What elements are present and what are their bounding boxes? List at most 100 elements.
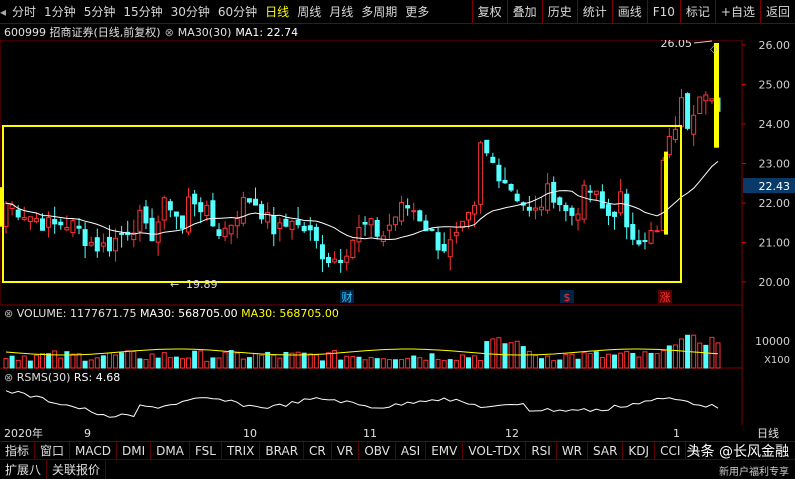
axis-type-label[interactable]: 日线 [757, 425, 779, 441]
indicator-tab-0[interactable]: 指标 [0, 441, 36, 460]
indicator-tab-16[interactable]: SAR [588, 441, 624, 460]
kline-chart-area[interactable]: 26.00 25.00 24.00 23.00 22.00 21.00 20.00 22.43… [0, 40, 795, 425]
candle-body [441, 243, 447, 252]
candle-body [569, 207, 575, 216]
candle-body [210, 200, 216, 227]
low-price-label: 19.89 [186, 278, 218, 291]
volume-bar [399, 359, 405, 369]
tool-button-5[interactable]: F10 [646, 0, 680, 24]
period-tab-2[interactable]: 5分钟 [80, 0, 120, 24]
date-label-5: 1 [673, 426, 680, 440]
indicator-tab-10[interactable]: OBV [359, 441, 396, 460]
indicator-tab-2[interactable]: MACD [70, 441, 118, 460]
indicator-tab-14[interactable]: RSI [526, 441, 557, 460]
candle-body [453, 231, 459, 237]
volume-bar [88, 359, 94, 369]
period-tab-10[interactable]: 更多 [401, 0, 433, 24]
volume-bar [319, 360, 325, 369]
candle-body [386, 224, 392, 231]
tool-button-7[interactable]: +自选 [714, 0, 760, 24]
candle-body [253, 198, 259, 206]
candle-body [179, 215, 185, 229]
event-marker-1: $ [564, 291, 571, 304]
volume-bar [186, 357, 192, 369]
event-marker-0: 财 [342, 290, 353, 304]
candle-body [447, 239, 453, 258]
indicator-tab-15[interactable]: WR [557, 441, 589, 460]
high-price-label: 26.05 [661, 40, 693, 50]
period-tab-7[interactable]: 周线 [293, 0, 325, 24]
volume-bar [423, 359, 429, 369]
candle-body [587, 190, 593, 193]
tool-button-2[interactable]: 历史 [541, 0, 577, 24]
period-tab-3[interactable]: 15分钟 [119, 0, 166, 24]
indicator-tab-13[interactable]: VOL-TDX [463, 441, 527, 460]
bottom-tab-1[interactable]: 关联报价 [47, 459, 107, 479]
period-tab-0[interactable]: 分时 [8, 0, 40, 24]
candle-body [368, 218, 374, 226]
price-axis-label: 23.00 [759, 158, 791, 171]
date-label-2: 10 [243, 426, 257, 440]
volume-bar [82, 360, 88, 369]
volume-bar [356, 356, 362, 369]
volume-bar [137, 358, 143, 369]
tool-button-8[interactable]: 返回 [759, 0, 795, 24]
settings-icon[interactable]: ⊗ [165, 26, 174, 39]
candle-body [332, 258, 338, 263]
period-tab-9[interactable]: 多周期 [357, 0, 401, 24]
period-tab-1[interactable]: 1分钟 [40, 0, 80, 24]
tool-button-6[interactable]: 标记 [679, 0, 715, 24]
volume-bar [648, 352, 654, 369]
candle-body [277, 222, 283, 229]
candle-body [691, 114, 697, 135]
volume-bar [259, 354, 265, 369]
volume-bar [350, 356, 356, 369]
price-axis-label: 20.00 [759, 276, 791, 289]
indicator-tab-12[interactable]: EMV [426, 441, 464, 460]
indicator-tabs: 指标 窗口 MACD DMI DMA FSL TRIX BRAR CR VR OBV ASI EMV VO… [0, 441, 795, 460]
indicator-tab-9[interactable]: VR [332, 441, 360, 460]
indicator-tab-18[interactable]: CCI [655, 441, 687, 460]
candle-body [612, 211, 618, 217]
indicator-tab-4[interactable]: DMA [151, 441, 190, 460]
candle-body [313, 226, 319, 241]
indicator-tab-6[interactable]: TRIX [222, 441, 261, 460]
candle-body [119, 232, 125, 235]
candle-body [539, 206, 545, 211]
volume-bar [119, 352, 125, 369]
volume-axis-unit: X100 [764, 355, 790, 366]
volume-bar [478, 360, 484, 369]
period-tab-4[interactable]: 30分钟 [167, 0, 214, 24]
date-axis: 2020年 9 10 11 12 1 日线 [0, 425, 795, 441]
indicator-tab-3[interactable]: DMI [117, 441, 152, 460]
candle-body [27, 216, 33, 223]
tool-button-0[interactable]: 复权 [471, 0, 507, 24]
candle-body [216, 229, 222, 237]
indicator-tab-5[interactable]: FSL [190, 441, 222, 460]
indicator-tab-8[interactable]: CR [304, 441, 332, 460]
volume-label-group: ⊗ VOLUME: 1177671.75 MA30: 568705.00 MA3… [4, 307, 339, 320]
volume-bar [636, 356, 642, 369]
tool-button-4[interactable]: 画线 [611, 0, 647, 24]
volume-bar [307, 353, 313, 369]
bottom-tab-0[interactable]: 扩展八 [0, 459, 48, 479]
indicator-tab-11[interactable]: ASI [396, 441, 427, 460]
tool-button-3[interactable]: 统计 [576, 0, 612, 24]
indicator-tab-1[interactable]: 窗口 [35, 441, 71, 460]
settings-icon[interactable]: ⊗ [4, 371, 13, 384]
candle-body [557, 197, 563, 206]
tool-button-1[interactable]: 叠加 [506, 0, 542, 24]
period-tabs: 分时 1分钟 5分钟 15分钟 30分钟 60分钟 日线 周线 月线 多周期 更多 [8, 0, 433, 24]
chevron-left-icon[interactable]: ◂ [0, 5, 6, 19]
volume-bar [338, 359, 344, 369]
candle-body [64, 226, 70, 231]
period-tab-8[interactable]: 月线 [325, 0, 357, 24]
volume-bar [532, 355, 538, 369]
indicator-tab-7[interactable]: BRAR [260, 441, 305, 460]
candle-body [289, 220, 295, 231]
settings-icon[interactable]: ⊗ [4, 307, 13, 320]
period-tab-5[interactable]: 60分钟 [214, 0, 261, 24]
indicator-tab-17[interactable]: KDJ [623, 441, 656, 460]
candle-body [709, 98, 715, 102]
period-tab-6[interactable]: 日线 [261, 0, 293, 24]
